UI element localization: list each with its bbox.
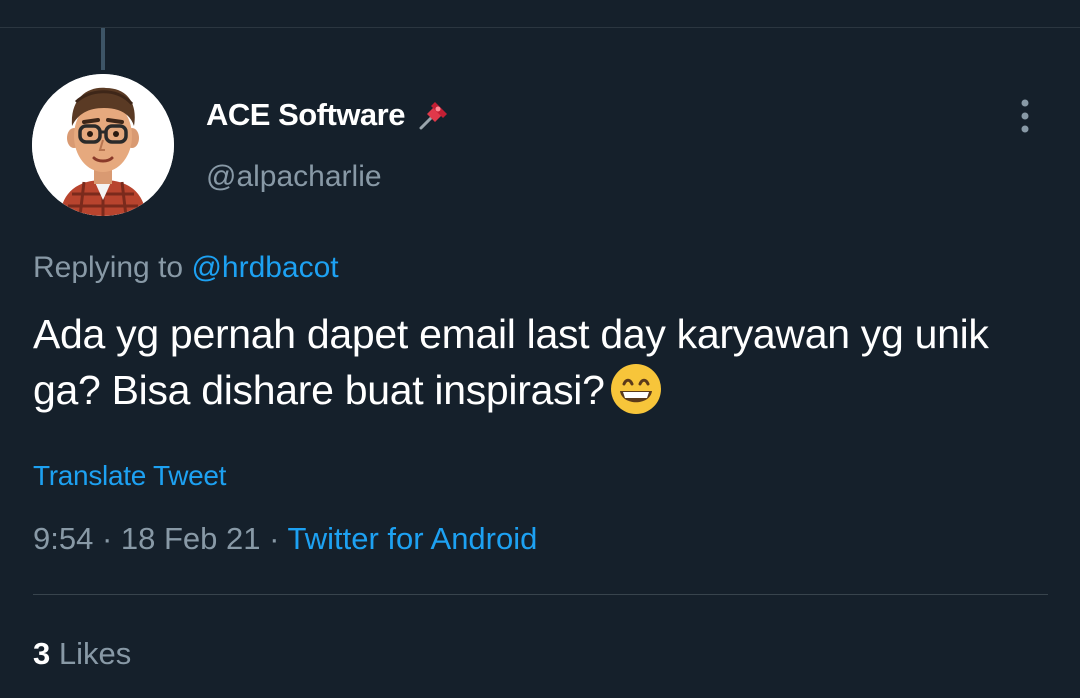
likes-stat[interactable]: 3 Likes [33,636,131,672]
tweet-body: Ada yg pernah dapet email last day karya… [33,306,1043,418]
metadata-divider [33,594,1048,595]
author-handle[interactable]: @alpacharlie [206,160,382,194]
top-divider [0,27,1080,28]
tweet-metadata: 9:54 · 18 Feb 21 · Twitter for Android [33,521,537,557]
tweet-detail-view: ACE Software @alpacharlie Replying to @h… [0,0,1080,698]
meta-separator: · [269,521,288,556]
tweet-text: Ada yg pernah dapet email last day karya… [33,311,989,413]
avatar[interactable] [32,74,174,216]
more-options-icon[interactable] [1010,96,1040,136]
avatar-illustration [32,74,174,216]
replying-prefix: Replying to [33,251,184,284]
likes-count: 3 [33,636,51,671]
likes-label: Likes [58,636,132,671]
grinning-face-icon [610,364,661,414]
reply-mention-link[interactable]: @hrdbacot [191,251,338,284]
tweet-time[interactable]: 9:54 [33,521,93,556]
meta-separator: · [101,521,121,556]
pushpin-icon [419,102,447,130]
display-name-text: ACE Software [206,97,405,132]
tweet-date[interactable]: 18 Feb 21 [121,521,261,556]
tweet-source-link[interactable]: Twitter for Android [288,521,538,556]
replying-to: Replying to @hrdbacot [33,251,339,285]
thread-connector-line [101,28,105,70]
author-name[interactable]: ACE Software [206,96,451,134]
translate-tweet-link[interactable]: Translate Tweet [33,460,226,492]
